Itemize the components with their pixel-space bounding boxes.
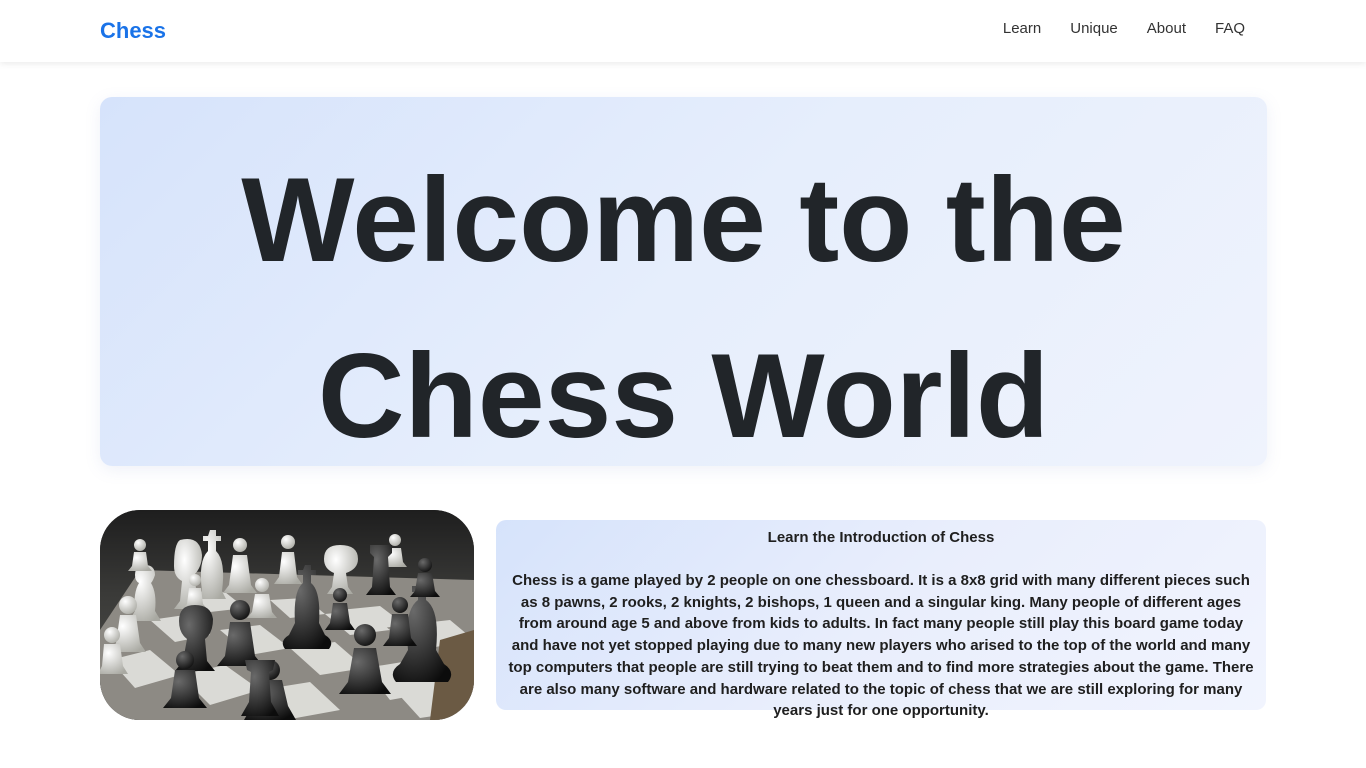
nav-link-unique[interactable]: Unique [1070,19,1118,39]
hero-title-line-2: Chess World [317,329,1050,463]
intro-body: Chess is a game played by 2 people on on… [508,572,1254,720]
nav-link-learn[interactable]: Learn [1003,19,1041,39]
hero-title: Welcome to the Chess World [100,97,1267,484]
brand-logo-link[interactable]: Chess [100,17,166,45]
intro-card: Learn the Introduction of Chess Chess is… [496,520,1266,719]
hero-title-line-1: Welcome to the [241,153,1126,287]
top-navbar: Chess Learn Unique About FAQ [0,0,1366,62]
hero-banner: Welcome to the Chess World [100,97,1267,466]
nav-link-about[interactable]: About [1147,19,1186,39]
chessboard-photo [100,510,474,720]
intro-title: Learn the Introduction of Chess [767,529,995,546]
nav-link-faq[interactable]: FAQ [1215,19,1245,39]
nav-menu: Learn Unique About FAQ [1003,19,1245,39]
